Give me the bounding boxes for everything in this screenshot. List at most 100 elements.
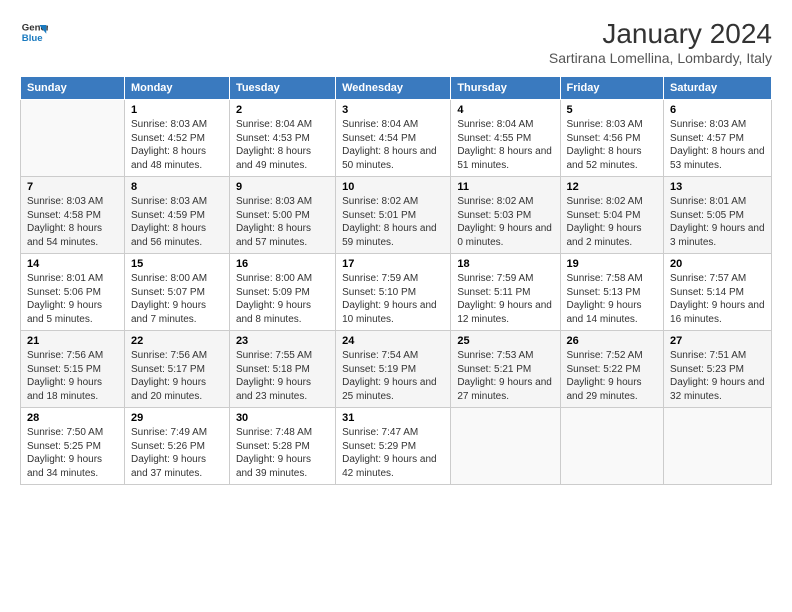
weekday-header-friday: Friday — [560, 77, 664, 100]
day-info: Sunrise: 8:02 AMSunset: 5:03 PMDaylight:… — [457, 195, 553, 249]
day-info: Sunrise: 8:03 AMSunset: 5:00 PMDaylight:… — [236, 195, 329, 249]
day-info: Sunrise: 8:02 AMSunset: 5:01 PMDaylight:… — [342, 195, 444, 249]
day-cell: 3 Sunrise: 8:04 AMSunset: 4:54 PMDaylight… — [336, 100, 451, 177]
main-title: January 2024 — [549, 18, 772, 50]
day-number: 1 — [131, 104, 223, 116]
day-number: 27 — [670, 335, 765, 347]
day-cell: 19 Sunrise: 7:58 AMSunset: 5:13 PMDayligh… — [560, 254, 664, 331]
day-cell: 30Sunrise: 7:48 AMSunset: 5:28 PMDayligh… — [229, 408, 335, 485]
day-number: 16 — [236, 258, 329, 270]
day-cell: 22 Sunrise: 7:56 AMSunset: 5:17 PMDayligh… — [124, 331, 229, 408]
day-info: Sunrise: 8:04 AMSunset: 4:54 PMDaylight:… — [342, 118, 444, 172]
day-cell: 14 Sunrise: 8:01 AMSunset: 5:06 PMDayligh… — [21, 254, 125, 331]
day-cell: 13Sunrise: 8:01 AMSunset: 5:05 PMDayligh… — [664, 177, 772, 254]
day-number: 9 — [236, 181, 329, 193]
day-info: Sunrise: 7:55 AMSunset: 5:18 PMDaylight:… — [236, 349, 329, 403]
day-cell: 18Sunrise: 7:59 AMSunset: 5:11 PMDayligh… — [451, 254, 560, 331]
week-row-4: 21 Sunrise: 7:56 AMSunset: 5:15 PMDayligh… — [21, 331, 772, 408]
day-number: 18 — [457, 258, 553, 270]
day-cell: 24 Sunrise: 7:54 AMSunset: 5:19 PMDayligh… — [336, 331, 451, 408]
day-cell: 17Sunrise: 7:59 AMSunset: 5:10 PMDayligh… — [336, 254, 451, 331]
week-row-1: 1Sunrise: 8:03 AMSunset: 4:52 PMDaylight… — [21, 100, 772, 177]
day-info: Sunrise: 8:03 AMSunset: 4:56 PMDaylight:… — [567, 118, 658, 172]
day-info: Sunrise: 8:04 AMSunset: 4:53 PMDaylight:… — [236, 118, 329, 172]
day-number: 28 — [27, 412, 118, 424]
day-number: 11 — [457, 181, 553, 193]
day-info: Sunrise: 7:50 AMSunset: 5:25 PMDaylight:… — [27, 426, 118, 480]
day-cell: 1Sunrise: 8:03 AMSunset: 4:52 PMDaylight… — [124, 100, 229, 177]
day-info: Sunrise: 7:48 AMSunset: 5:28 PMDaylight:… — [236, 426, 329, 480]
calendar-page: General Blue January 2024 Sartirana Lome… — [0, 0, 792, 612]
day-info: Sunrise: 7:54 AMSunset: 5:19 PMDaylight:… — [342, 349, 444, 403]
logo: General Blue — [20, 18, 48, 46]
day-number: 22 — [131, 335, 223, 347]
day-number: 19 — [567, 258, 658, 270]
day-cell: 11 Sunrise: 8:02 AMSunset: 5:03 PMDayligh… — [451, 177, 560, 254]
week-row-2: 7Sunrise: 8:03 AMSunset: 4:58 PMDaylight… — [21, 177, 772, 254]
day-number: 15 — [131, 258, 223, 270]
day-number: 5 — [567, 104, 658, 116]
day-cell: 12Sunrise: 8:02 AMSunset: 5:04 PMDayligh… — [560, 177, 664, 254]
day-cell: 31 Sunrise: 7:47 AMSunset: 5:29 PMDayligh… — [336, 408, 451, 485]
day-cell — [451, 408, 560, 485]
day-number: 4 — [457, 104, 553, 116]
day-cell — [664, 408, 772, 485]
day-number: 10 — [342, 181, 444, 193]
day-cell — [21, 100, 125, 177]
day-number: 24 — [342, 335, 444, 347]
day-number: 3 — [342, 104, 444, 116]
day-cell: 5 Sunrise: 8:03 AMSunset: 4:56 PMDaylight… — [560, 100, 664, 177]
svg-text:Blue: Blue — [22, 33, 43, 44]
day-cell: 29 Sunrise: 7:49 AMSunset: 5:26 PMDayligh… — [124, 408, 229, 485]
day-cell: 16 Sunrise: 8:00 AMSunset: 5:09 PMDayligh… — [229, 254, 335, 331]
day-number: 31 — [342, 412, 444, 424]
logo-icon: General Blue — [20, 18, 48, 46]
day-info: Sunrise: 7:51 AMSunset: 5:23 PMDaylight:… — [670, 349, 765, 403]
day-info: Sunrise: 7:52 AMSunset: 5:22 PMDaylight:… — [567, 349, 658, 403]
day-cell: 20Sunrise: 7:57 AMSunset: 5:14 PMDayligh… — [664, 254, 772, 331]
day-cell: 6Sunrise: 8:03 AMSunset: 4:57 PMDaylight… — [664, 100, 772, 177]
day-info: Sunrise: 7:56 AMSunset: 5:17 PMDaylight:… — [131, 349, 223, 403]
weekday-header-monday: Monday — [124, 77, 229, 100]
day-cell: 15 Sunrise: 8:00 AMSunset: 5:07 PMDayligh… — [124, 254, 229, 331]
day-number: 14 — [27, 258, 118, 270]
subtitle: Sartirana Lomellina, Lombardy, Italy — [549, 50, 772, 66]
day-cell: 2 Sunrise: 8:04 AMSunset: 4:53 PMDaylight… — [229, 100, 335, 177]
day-cell: 27 Sunrise: 7:51 AMSunset: 5:23 PMDayligh… — [664, 331, 772, 408]
day-cell: 28 Sunrise: 7:50 AMSunset: 5:25 PMDayligh… — [21, 408, 125, 485]
day-number: 25 — [457, 335, 553, 347]
day-info: Sunrise: 8:00 AMSunset: 5:07 PMDaylight:… — [131, 272, 223, 326]
weekday-header-row: SundayMondayTuesdayWednesdayThursdayFrid… — [21, 77, 772, 100]
day-cell: 9 Sunrise: 8:03 AMSunset: 5:00 PMDaylight… — [229, 177, 335, 254]
day-number: 2 — [236, 104, 329, 116]
day-info: Sunrise: 7:59 AMSunset: 5:10 PMDaylight:… — [342, 272, 444, 326]
page-header: General Blue January 2024 Sartirana Lome… — [20, 18, 772, 66]
day-info: Sunrise: 7:58 AMSunset: 5:13 PMDaylight:… — [567, 272, 658, 326]
day-info: Sunrise: 7:47 AMSunset: 5:29 PMDaylight:… — [342, 426, 444, 480]
day-info: Sunrise: 8:03 AMSunset: 4:58 PMDaylight:… — [27, 195, 118, 249]
day-number: 26 — [567, 335, 658, 347]
day-cell: 4 Sunrise: 8:04 AMSunset: 4:55 PMDaylight… — [451, 100, 560, 177]
day-cell: 26 Sunrise: 7:52 AMSunset: 5:22 PMDayligh… — [560, 331, 664, 408]
weekday-header-tuesday: Tuesday — [229, 77, 335, 100]
day-info: Sunrise: 8:01 AMSunset: 5:06 PMDaylight:… — [27, 272, 118, 326]
week-row-3: 14 Sunrise: 8:01 AMSunset: 5:06 PMDayligh… — [21, 254, 772, 331]
day-number: 23 — [236, 335, 329, 347]
day-info: Sunrise: 8:02 AMSunset: 5:04 PMDaylight:… — [567, 195, 658, 249]
day-info: Sunrise: 8:00 AMSunset: 5:09 PMDaylight:… — [236, 272, 329, 326]
day-info: Sunrise: 8:04 AMSunset: 4:55 PMDaylight:… — [457, 118, 553, 172]
weekday-header-saturday: Saturday — [664, 77, 772, 100]
day-number: 20 — [670, 258, 765, 270]
week-row-5: 28 Sunrise: 7:50 AMSunset: 5:25 PMDayligh… — [21, 408, 772, 485]
day-number: 29 — [131, 412, 223, 424]
day-cell — [560, 408, 664, 485]
day-info: Sunrise: 8:03 AMSunset: 4:59 PMDaylight:… — [131, 195, 223, 249]
day-cell: 25Sunrise: 7:53 AMSunset: 5:21 PMDayligh… — [451, 331, 560, 408]
day-cell: 23 Sunrise: 7:55 AMSunset: 5:18 PMDayligh… — [229, 331, 335, 408]
day-info: Sunrise: 7:56 AMSunset: 5:15 PMDaylight:… — [27, 349, 118, 403]
day-number: 21 — [27, 335, 118, 347]
weekday-header-thursday: Thursday — [451, 77, 560, 100]
day-info: Sunrise: 7:49 AMSunset: 5:26 PMDaylight:… — [131, 426, 223, 480]
day-info: Sunrise: 8:01 AMSunset: 5:05 PMDaylight:… — [670, 195, 765, 249]
day-cell: 8Sunrise: 8:03 AMSunset: 4:59 PMDaylight… — [124, 177, 229, 254]
